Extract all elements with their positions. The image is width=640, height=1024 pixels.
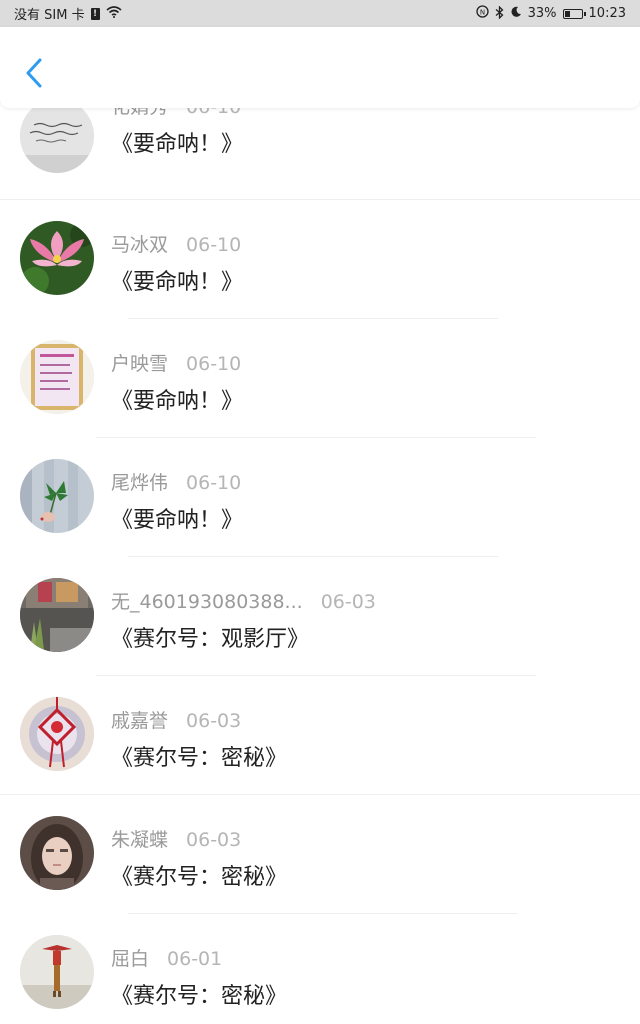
item-meta: 化娟秀 06-10 xyxy=(111,108,241,119)
avatar[interactable] xyxy=(20,221,94,295)
avatar[interactable] xyxy=(20,935,94,1009)
item-title[interactable]: 《赛尔号：密秘》 xyxy=(111,859,287,891)
item-title[interactable]: 《赛尔号：密秘》 xyxy=(111,740,287,772)
list-item[interactable]: 戚嘉誉 06-03 《赛尔号：密秘》 xyxy=(0,683,640,801)
item-title[interactable]: 《要命呐！》 xyxy=(111,126,243,158)
back-button[interactable] xyxy=(20,55,48,91)
list-item[interactable]: 尾烨伟 06-10 《要命呐！》 xyxy=(0,445,640,563)
chevron-left-icon xyxy=(26,58,42,88)
item-meta: 戚嘉誉 06-03 xyxy=(111,706,241,733)
item-title[interactable]: 《赛尔号：观影厅》 xyxy=(111,621,309,653)
item-meta: 屈白 06-01 xyxy=(111,944,222,971)
item-title[interactable]: 《赛尔号：密秘》 xyxy=(111,978,287,1010)
carrier-label: 没有 SIM 卡 xyxy=(14,8,85,23)
user-name[interactable]: 无_460193080388... xyxy=(111,587,303,614)
divider xyxy=(128,556,498,557)
clock: 10:23 xyxy=(588,6,626,21)
item-date: 06-10 xyxy=(186,234,242,256)
item-title[interactable]: 《要命呐！》 xyxy=(111,264,243,296)
list-item[interactable]: 屈白 06-01 《赛尔号：密秘》 xyxy=(0,921,640,1024)
moon-icon xyxy=(510,6,522,22)
item-date: 06-03 xyxy=(186,710,242,732)
user-name[interactable]: 化娟秀 xyxy=(111,108,168,119)
user-name[interactable]: 尾烨伟 xyxy=(111,468,168,495)
comment-list: 化娟秀 06-10 《要命呐！》 马冰双 06-10 《要命呐！》 xyxy=(0,108,640,1024)
user-name[interactable]: 朱凝蝶 xyxy=(111,825,168,852)
divider xyxy=(0,199,640,200)
nfc-icon: N xyxy=(475,5,489,22)
item-meta: 尾烨伟 06-10 xyxy=(111,468,241,495)
user-name[interactable]: 屈白 xyxy=(111,944,149,971)
list-item[interactable]: 户映雪 06-10 《要命呐！》 xyxy=(0,326,640,444)
item-meta: 朱凝蝶 06-03 xyxy=(111,825,241,852)
bluetooth-icon xyxy=(495,4,504,22)
avatar[interactable] xyxy=(20,578,94,652)
svg-text:N: N xyxy=(480,9,485,17)
list-item[interactable]: 马冰双 06-10 《要命呐！》 xyxy=(0,207,640,325)
item-date: 06-01 xyxy=(167,948,223,970)
item-title[interactable]: 《要命呐！》 xyxy=(111,383,243,415)
user-name[interactable]: 马冰双 xyxy=(111,230,168,257)
avatar[interactable] xyxy=(20,459,94,533)
item-date: 06-03 xyxy=(320,591,376,613)
divider xyxy=(96,437,536,438)
avatar[interactable] xyxy=(20,816,94,890)
user-name[interactable]: 户映雪 xyxy=(111,349,168,376)
item-meta: 马冰双 06-10 xyxy=(111,230,241,257)
item-date: 06-10 xyxy=(186,472,242,494)
list-item[interactable]: 朱凝蝶 06-03 《赛尔号：密秘》 xyxy=(0,802,640,920)
item-meta: 户映雪 06-10 xyxy=(111,349,241,376)
item-meta: 无_460193080388... 06-03 xyxy=(111,587,376,614)
top-nav-bar xyxy=(0,27,640,108)
wifi-icon xyxy=(106,5,122,22)
status-bar: 没有 SIM 卡 ! N 33% 10:23 xyxy=(0,0,640,27)
battery-percent: 33% xyxy=(527,6,557,21)
divider xyxy=(96,675,536,676)
item-date: 06-10 xyxy=(186,108,241,118)
item-title[interactable]: 《要命呐！》 xyxy=(111,502,243,534)
status-right: N 33% 10:23 xyxy=(475,4,626,22)
battery-icon xyxy=(562,8,586,19)
user-name[interactable]: 戚嘉誉 xyxy=(111,706,168,733)
divider xyxy=(128,913,518,914)
item-date: 06-10 xyxy=(186,353,242,375)
divider xyxy=(128,318,498,319)
item-date: 06-03 xyxy=(186,829,242,851)
avatar[interactable] xyxy=(20,108,94,173)
avatar[interactable] xyxy=(20,340,94,414)
divider xyxy=(0,794,640,795)
list-item[interactable]: 无_460193080388... 06-03 《赛尔号：观影厅》 xyxy=(0,564,640,682)
avatar[interactable] xyxy=(20,697,94,771)
status-left: 没有 SIM 卡 ! xyxy=(14,4,122,23)
sim-alert-icon: ! xyxy=(90,7,100,20)
list-item[interactable]: 化娟秀 06-10 《要命呐！》 xyxy=(0,108,640,206)
